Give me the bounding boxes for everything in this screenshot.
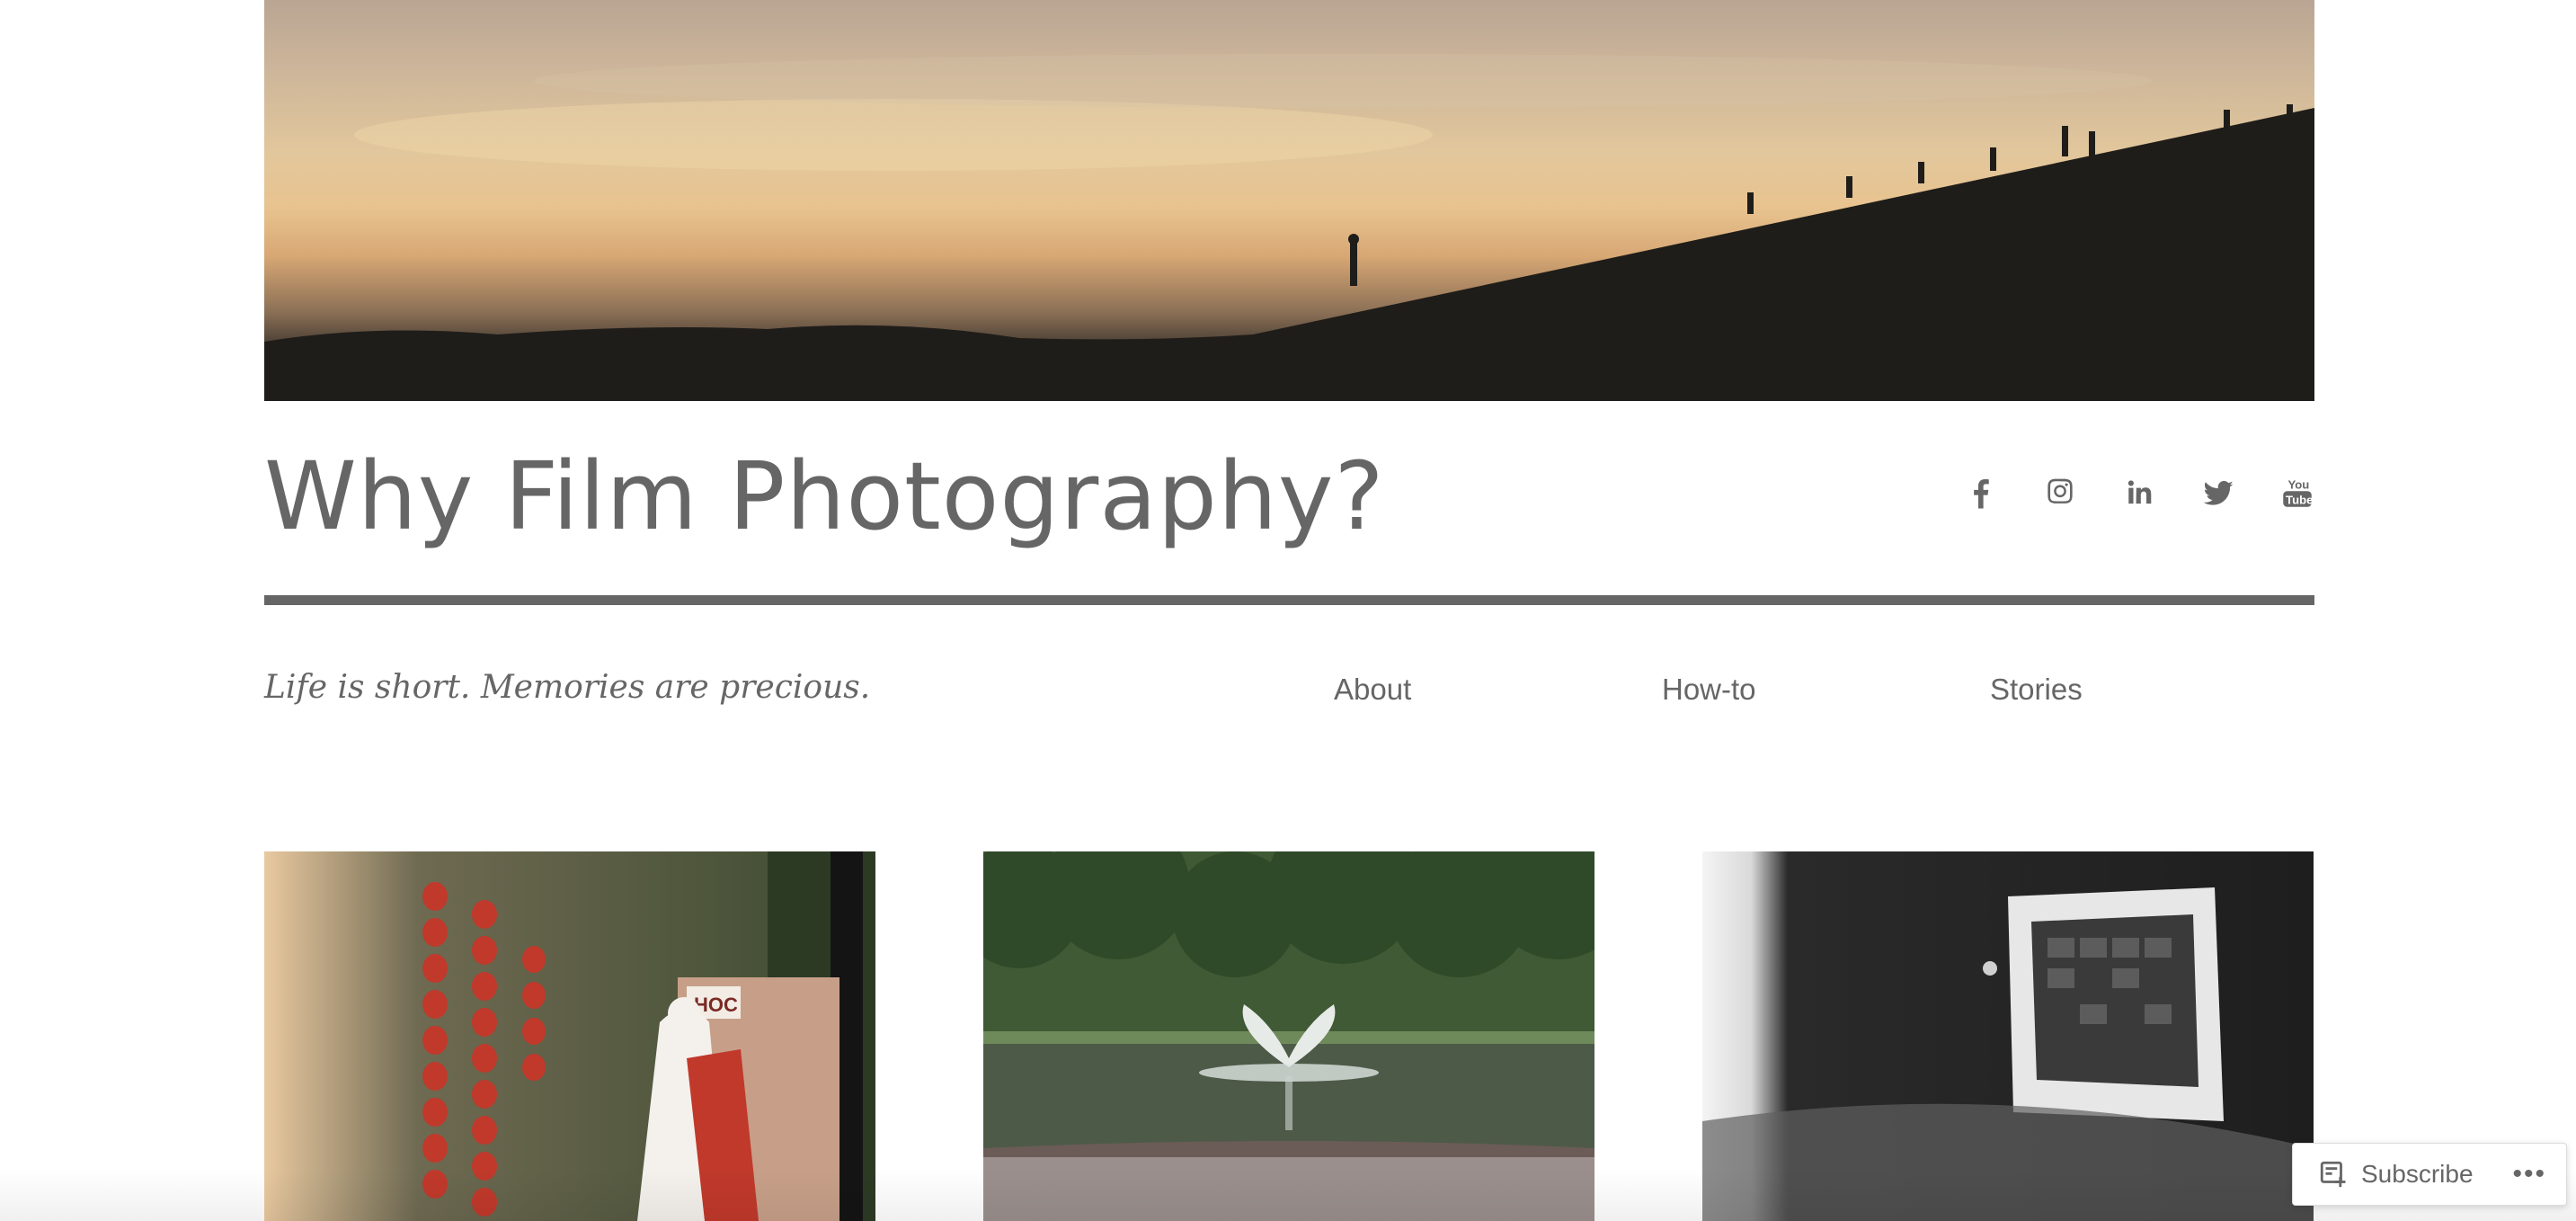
facebook-link[interactable]: [1941, 468, 2021, 518]
linkedin-link[interactable]: [2100, 468, 2179, 518]
post-grid: HOC: [0, 851, 2576, 1221]
youtube-link[interactable]: You Tube: [2258, 468, 2337, 518]
main-navigation: About How-to Stories: [0, 665, 2576, 714]
post-thumbnail-lanterns[interactable]: HOC: [264, 851, 875, 1221]
svg-text:HOC: HOC: [694, 994, 738, 1016]
subscribe-bar: Subscribe •••: [2292, 1143, 2567, 1206]
site-title[interactable]: Why Film Photography?: [264, 439, 1385, 554]
svg-text:Tube: Tube: [2286, 493, 2313, 506]
facebook-icon: [1974, 478, 1989, 509]
bw-framed-picture-image: [1702, 851, 2314, 1221]
pond-fountain-image: [983, 851, 1594, 1221]
twitter-link[interactable]: [2179, 468, 2258, 518]
social-links: You Tube: [1941, 468, 2337, 518]
post-thumbnail-fountain[interactable]: [983, 851, 1594, 1221]
linkedin-icon: [2127, 480, 2152, 504]
nav-item-how-to[interactable]: How-to: [1662, 665, 1756, 714]
nav-item-stories[interactable]: Stories: [1990, 665, 2083, 714]
header-image: [264, 0, 2314, 401]
twitter-icon: [2203, 480, 2234, 505]
subscribe-button[interactable]: Subscribe: [2318, 1159, 2474, 1190]
sunset-silhouette-graphic: [264, 54, 2314, 401]
instagram-link[interactable]: [2021, 468, 2100, 518]
subscribe-label: Subscribe: [2361, 1160, 2474, 1188]
reader-subscribe-icon: [2320, 1161, 2346, 1188]
more-options-button[interactable]: •••: [2513, 1159, 2547, 1190]
svg-text:You: You: [2288, 478, 2310, 492]
youtube-icon: You Tube: [2283, 478, 2313, 507]
post-thumbnail-frame[interactable]: [1702, 851, 2314, 1221]
lanterns-statue-image: HOC: [264, 851, 875, 1221]
nav-item-about[interactable]: About: [1334, 665, 1411, 714]
header-divider: [264, 595, 2314, 605]
instagram-icon: [2047, 478, 2073, 504]
